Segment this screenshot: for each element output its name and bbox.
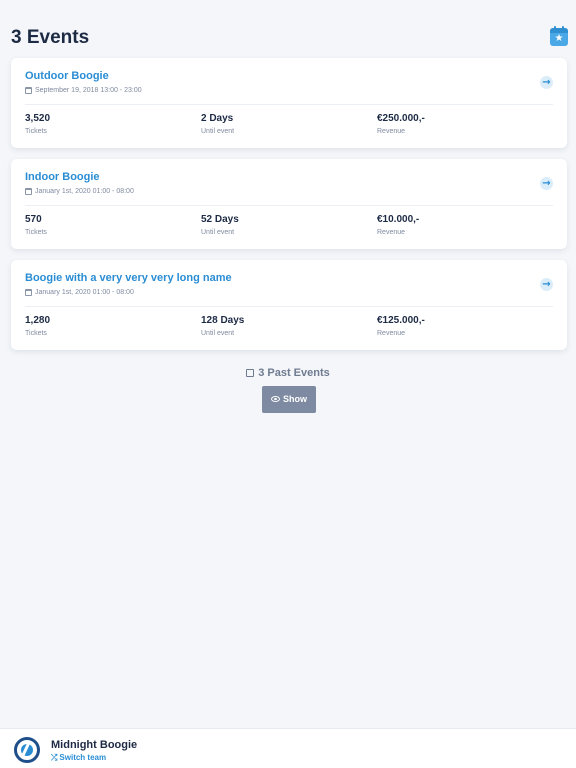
event-name[interactable]: Indoor Boogie: [25, 171, 100, 183]
event-date-text: September 19, 2018 13:00 - 23:00: [35, 87, 142, 94]
eye-icon: [271, 396, 280, 402]
event-card-long-name[interactable]: Boogie with a very very very long name J…: [11, 260, 567, 350]
tickets-value: 3,520: [25, 113, 51, 124]
calendar-ring-left: [554, 26, 556, 30]
event-date: January 1st, 2020 01:00 - 08:00: [25, 289, 134, 296]
revenue-stat: €125.000,- Revenue: [377, 315, 425, 338]
team-logo[interactable]: [14, 737, 40, 763]
event-date: September 19, 2018 13:00 - 23:00: [25, 87, 142, 94]
event-name[interactable]: Outdoor Boogie: [25, 70, 109, 82]
event-name[interactable]: Boogie with a very very very long name: [25, 272, 232, 284]
until-event-label: Until event: [201, 128, 235, 135]
until-event-value: 52 Days: [201, 214, 239, 225]
event-date-text: January 1st, 2020 01:00 - 08:00: [35, 188, 134, 195]
until-event-label: Until event: [201, 330, 235, 337]
tickets-label: Tickets: [25, 229, 47, 236]
arrow-right-icon[interactable]: →: [540, 177, 553, 190]
event-card-outdoor-boogie[interactable]: Outdoor Boogie September 19, 2018 13:00 …: [11, 58, 567, 148]
divider: [25, 205, 553, 206]
page-title: 3 Events: [11, 27, 90, 48]
event-date: January 1st, 2020 01:00 - 08:00: [25, 188, 134, 195]
show-button-label: Show: [283, 394, 307, 404]
tickets-stat: 1,280 Tickets: [25, 315, 50, 338]
shuffle-icon: ⤮: [51, 753, 58, 762]
calendar-icon: [25, 87, 32, 94]
revenue-stat: €10.000,- Revenue: [377, 214, 419, 237]
until-event-stat: 2 Days Until event: [201, 113, 234, 136]
tickets-stat: 570 Tickets: [25, 214, 47, 237]
tickets-value: 570: [25, 214, 42, 225]
calendar-ring-right: [562, 26, 564, 30]
page-header: 3 Events ★: [0, 0, 576, 56]
until-event-label: Until event: [201, 229, 235, 236]
tickets-label: Tickets: [25, 330, 47, 337]
tickets-stat: 3,520 Tickets: [25, 113, 50, 136]
show-past-events-button[interactable]: Show: [262, 386, 316, 413]
team-name: Midnight Boogie: [51, 739, 138, 751]
team-footer: Midnight Boogie ⤮ Switch team: [0, 728, 576, 768]
tickets-value: 1,280: [25, 315, 51, 326]
until-event-stat: 52 Days Until event: [201, 214, 239, 237]
past-events-label: 3 Past Events: [258, 367, 330, 379]
revenue-value: €125.000,-: [377, 315, 425, 326]
revenue-value: €250.000,-: [377, 113, 425, 124]
arrow-right-icon[interactable]: →: [540, 76, 553, 89]
event-card-indoor-boogie[interactable]: Indoor Boogie January 1st, 2020 01:00 - …: [11, 159, 567, 249]
switch-team-label: Switch team: [59, 753, 107, 762]
revenue-stat: €250.000,- Revenue: [377, 113, 425, 136]
switch-team-link[interactable]: ⤮ Switch team: [51, 753, 106, 763]
until-event-stat: 128 Days Until event: [201, 315, 244, 338]
tickets-label: Tickets: [25, 128, 47, 135]
divider: [25, 104, 553, 105]
until-event-value: 2 Days: [201, 113, 234, 124]
calendar-icon: [25, 289, 32, 296]
revenue-value: €10.000,-: [377, 214, 420, 225]
revenue-label: Revenue: [377, 128, 406, 135]
star-icon: ★: [554, 33, 564, 44]
past-events-heading: 3 Past Events: [0, 367, 576, 379]
calendar-button[interactable]: ★: [550, 26, 568, 46]
revenue-label: Revenue: [377, 330, 406, 337]
event-date-text: January 1st, 2020 01:00 - 08:00: [35, 289, 134, 296]
revenue-label: Revenue: [377, 229, 406, 236]
divider: [25, 306, 553, 307]
arrow-right-icon[interactable]: →: [540, 278, 553, 291]
archive-icon: [246, 369, 255, 377]
until-event-value: 128 Days: [201, 315, 245, 326]
calendar-icon: [25, 188, 32, 195]
